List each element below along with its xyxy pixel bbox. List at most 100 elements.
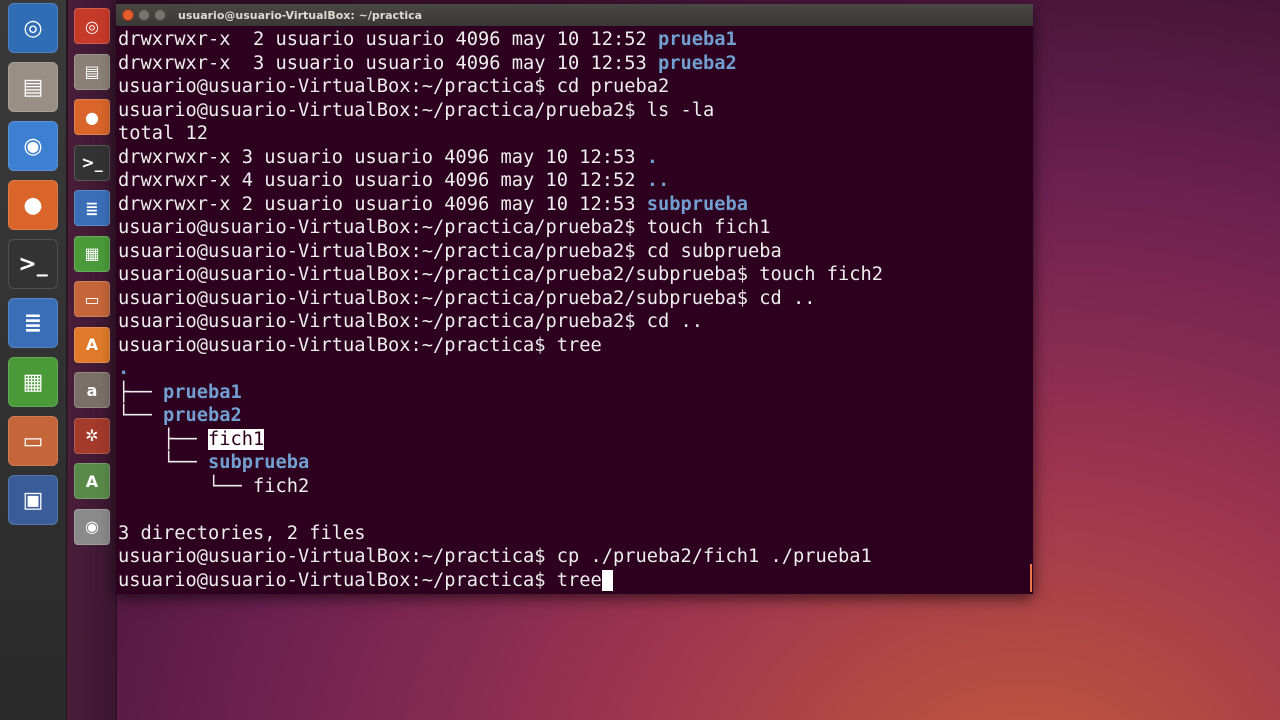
- launcher-settings[interactable]: ✲: [74, 417, 110, 454]
- launcher-amazon[interactable]: a: [74, 372, 110, 408]
- terminal-text: drwxrwxr-x 3 usuario usuario 4096 may 10…: [118, 146, 647, 168]
- terminal-highlight: ..: [646, 170, 670, 191]
- terminal-line: usuario@usuario-VirtualBox:~/practica$ c…: [118, 545, 1033, 569]
- launcher-calc[interactable]: ▦: [74, 235, 110, 272]
- dvd-icon: ◉: [85, 517, 99, 536]
- terminal-text: └──: [118, 452, 209, 473]
- terminal-text: usuario@usuario-VirtualBox:~/practica$ c…: [118, 76, 670, 97]
- terminal-icon: >_: [81, 153, 103, 172]
- writer-icon: ≣: [85, 198, 99, 218]
- terminal-text: 3 directories, 2 files: [118, 522, 366, 544]
- amazon-icon: a: [86, 380, 98, 400]
- terminal-line: usuario@usuario-VirtualBox:~/practica$ c…: [118, 75, 1033, 99]
- terminal-highlight: fich1: [208, 428, 265, 450]
- launcher-files[interactable]: ▤: [74, 53, 110, 90]
- terminal-line: usuario@usuario-VirtualBox:~/practica/pr…: [118, 263, 1033, 287]
- calc-icon: ▦: [22, 369, 44, 395]
- guest-launcher: ◎ ▤ ● >_ ≣ ▦ ▭ Aa ✲ A ◉: [68, 0, 117, 720]
- impress-icon: ▭: [84, 289, 100, 309]
- maximize-button[interactable]: [154, 9, 166, 21]
- terminal-window[interactable]: usuario@usuario-VirtualBox: ~/practica d…: [116, 4, 1033, 594]
- terminal-text: drwxrwxr-x 3 usuario usuario 4096 may 10…: [118, 52, 659, 74]
- terminal-line: drwxrwxr-x 2 usuario usuario 4096 may 10…: [118, 193, 1033, 217]
- files-icon: ▤: [22, 74, 44, 100]
- terminal-text: drwxrwxr-x 2 usuario usuario 4096 may 10…: [118, 29, 659, 50]
- terminal-line: usuario@usuario-VirtualBox:~/practica/pr…: [118, 99, 1033, 123]
- launcher-firefox[interactable]: ●: [74, 99, 110, 135]
- launcher-ubuntu-dash[interactable]: ◎: [8, 3, 58, 53]
- terminal-text: usuario@usuario-VirtualBox:~/practica/pr…: [118, 311, 704, 332]
- launcher-terminal[interactable]: >_: [8, 239, 58, 289]
- window-title: usuario@usuario-VirtualBox: ~/practica: [178, 8, 423, 22]
- terminal-text: usuario@usuario-VirtualBox:~/practica$ c…: [118, 546, 872, 567]
- firefox-icon: ●: [23, 192, 43, 218]
- terminal-line: drwxrwxr-x 2 usuario usuario 4096 may 10…: [118, 28, 1033, 52]
- launcher-impress[interactable]: ▭: [8, 416, 58, 466]
- terminal-line: usuario@usuario-VirtualBox:~/practica/pr…: [118, 216, 1033, 240]
- ubuntu-dash-icon: ◎: [23, 15, 43, 41]
- terminal-text: └──: [118, 405, 164, 426]
- terminal-text: ├──: [118, 381, 164, 403]
- terminal-highlight: prueba1: [163, 381, 242, 403]
- terminal-icon: >_: [18, 251, 48, 277]
- terminal-text: usuario@usuario-VirtualBox:~/practica/pr…: [118, 217, 771, 238]
- launcher-chrome[interactable]: ◉: [8, 121, 58, 171]
- terminal-line: drwxrwxr-x 4 usuario usuario 4096 may 10…: [118, 169, 1033, 193]
- launcher-files[interactable]: ▤: [8, 62, 58, 112]
- terminal-text: usuario@usuario-VirtualBox:~/practica/pr…: [118, 240, 782, 262]
- launcher-calc[interactable]: ▦: [8, 357, 58, 407]
- terminal-line: drwxrwxr-x 3 usuario usuario 4096 may 10…: [118, 146, 1033, 170]
- terminal-line: └── prueba2: [118, 404, 1033, 428]
- terminal-highlight: prueba2: [658, 52, 737, 74]
- terminal-output[interactable]: drwxrwxr-x 2 usuario usuario 4096 may 10…: [118, 26, 1033, 594]
- launcher-terminal[interactable]: >_: [74, 144, 110, 181]
- launcher-software-center[interactable]: A: [74, 326, 110, 363]
- terminal-line: ├── fich1: [118, 428, 1033, 452]
- terminal-line: drwxrwxr-x 3 usuario usuario 4096 may 10…: [118, 52, 1033, 76]
- launcher-firefox[interactable]: ●: [8, 180, 58, 230]
- terminal-text: └── fich2: [118, 475, 310, 497]
- terminal-highlight: subprueba: [208, 452, 310, 473]
- firefox-icon: ●: [85, 107, 99, 127]
- launcher-writer[interactable]: ≣: [74, 190, 110, 226]
- terminal-line: └── fich2: [118, 475, 1033, 499]
- terminal-highlight: prueba2: [163, 405, 242, 426]
- terminal-line: .: [118, 357, 1033, 381]
- launcher-updater[interactable]: A: [74, 463, 110, 499]
- terminal-line: └── subprueba: [118, 451, 1033, 475]
- terminal-text: drwxrwxr-x 4 usuario usuario 4096 may 10…: [118, 170, 647, 191]
- terminal-text: usuario@usuario-VirtualBox:~/practica$ t…: [118, 569, 602, 591]
- writer-icon: ≣: [23, 310, 43, 336]
- resize-handle[interactable]: [1030, 564, 1032, 592]
- launcher-dvd[interactable]: ◉: [74, 508, 110, 545]
- terminal-text: usuario@usuario-VirtualBox:~/practica/pr…: [118, 99, 715, 121]
- launcher-impress[interactable]: ▭: [74, 281, 110, 317]
- terminal-text: usuario@usuario-VirtualBox:~/practica/pr…: [118, 287, 816, 309]
- terminal-highlight: prueba1: [658, 29, 737, 50]
- terminal-line: ├── prueba1: [118, 381, 1033, 405]
- terminal-text: usuario@usuario-VirtualBox:~/practica/pr…: [118, 264, 884, 285]
- terminal-text: usuario@usuario-VirtualBox:~/practica$ t…: [118, 334, 602, 356]
- terminal-highlight: .: [118, 358, 130, 379]
- close-button[interactable]: [122, 9, 134, 21]
- impress-icon: ▭: [22, 428, 44, 454]
- chrome-icon: ◉: [23, 133, 43, 159]
- launcher-ubuntu-dash[interactable]: ◎: [74, 8, 110, 44]
- minimize-button[interactable]: [138, 9, 150, 21]
- terminal-line: 3 directories, 2 files: [118, 522, 1033, 546]
- terminal-line: usuario@usuario-VirtualBox:~/practica/pr…: [118, 310, 1033, 334]
- host-launcher: ◎ ▤ ◉ ● >_ ≣ ▦ ▭ ▣: [0, 0, 67, 720]
- terminal-line: usuario@usuario-VirtualBox:~/practica/pr…: [118, 287, 1033, 311]
- terminal-text: total 12: [118, 123, 209, 144]
- launcher-writer[interactable]: ≣: [8, 298, 58, 348]
- terminal-line: usuario@usuario-VirtualBox:~/practica$ t…: [118, 334, 1033, 358]
- virtualbox-icon: ▣: [22, 487, 44, 513]
- files-icon: ▤: [84, 62, 100, 81]
- updater-icon: A: [85, 471, 99, 491]
- window-titlebar[interactable]: usuario@usuario-VirtualBox: ~/practica: [116, 4, 1033, 26]
- ubuntu-dash-icon: ◎: [85, 16, 99, 36]
- settings-icon: ✲: [85, 426, 99, 445]
- calc-icon: ▦: [84, 244, 100, 263]
- launcher-virtualbox[interactable]: ▣: [8, 475, 58, 525]
- text-cursor: [601, 569, 613, 591]
